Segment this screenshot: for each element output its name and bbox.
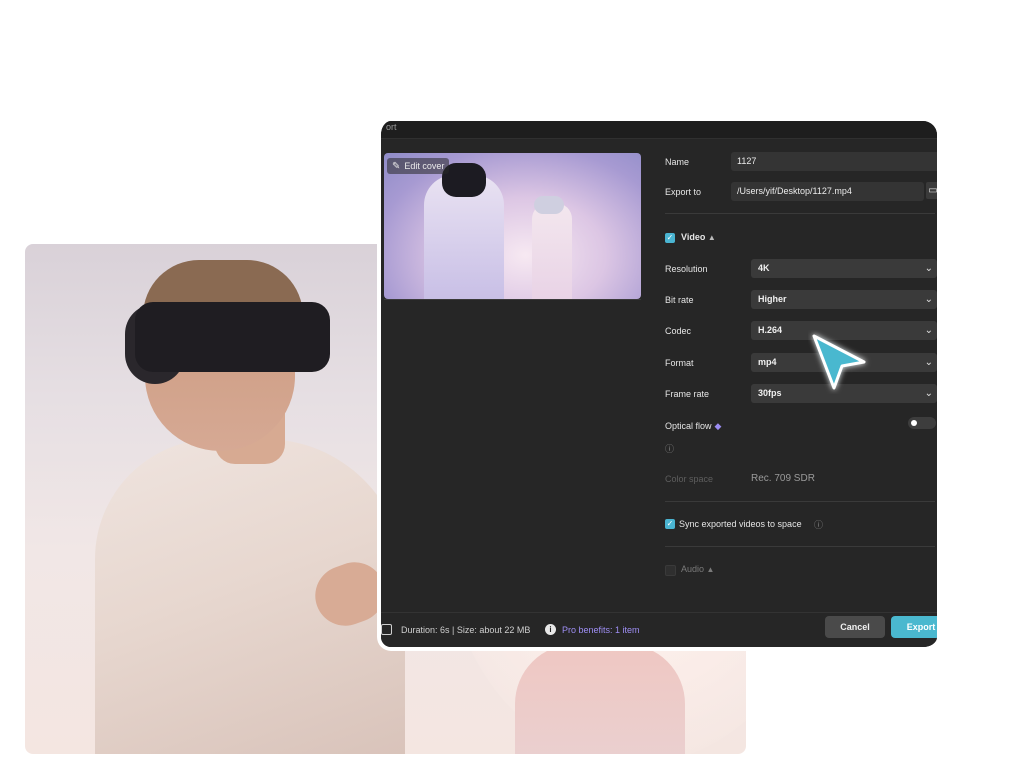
dialog-titlebar: ort — [381, 121, 937, 139]
chevron-down-icon: ⌄ — [924, 263, 933, 274]
vr-headset — [135, 302, 330, 372]
audio-label-text: Audio — [681, 564, 705, 574]
optical-flow-toggle[interactable] — [908, 417, 936, 429]
name-input[interactable]: 1127 — [731, 152, 937, 171]
video-checkbox[interactable]: ✓ — [665, 233, 675, 243]
video-label-text: Video — [681, 232, 706, 242]
chevron-up-icon: ▲ — [706, 565, 715, 574]
file-icon — [381, 624, 392, 635]
optical-flow-text: Optical flow — [665, 421, 712, 431]
resolution-select[interactable]: 4K ⌄ — [751, 259, 937, 278]
export-to-label: Export to — [665, 187, 702, 197]
bit-rate-value: Higher — [758, 294, 787, 304]
resolution-value: 4K — [758, 263, 770, 273]
export-info: Duration: 6s | Size: about 22 MB — [401, 625, 531, 635]
cancel-button[interactable]: Cancel — [825, 616, 885, 638]
name-label: Name — [665, 157, 690, 167]
chevron-down-icon: ⌄ — [924, 388, 933, 399]
folder-icon[interactable]: ▭ — [926, 182, 937, 199]
color-space-label: Color space — [665, 474, 714, 484]
pro-benefits-link[interactable]: Pro benefits: 1 item — [562, 625, 640, 635]
codec-label: Codec — [665, 326, 692, 336]
frame-rate-label: Frame rate — [665, 389, 710, 399]
toggle-knob — [911, 420, 917, 426]
sync-label: Sync exported videos to space — [679, 519, 802, 529]
cover-preview[interactable]: ✎ Edit cover — [384, 153, 641, 299]
format-label: Format — [665, 358, 694, 368]
pencil-icon: ✎ — [392, 160, 401, 172]
format-value: mp4 — [758, 357, 777, 367]
optical-flow-label: Optical flow ◆ — [665, 421, 721, 432]
cursor-arrow-icon — [812, 334, 866, 390]
codec-value: H.264 — [758, 325, 783, 335]
edit-cover-label: Edit cover — [404, 161, 445, 171]
preview-headset-2 — [534, 196, 564, 214]
gem-icon: ◆ — [714, 421, 722, 431]
chevron-down-icon: ⌄ — [924, 357, 933, 368]
resolution-label: Resolution — [665, 264, 708, 274]
bit-rate-select[interactable]: Higher ⌄ — [751, 290, 937, 309]
edit-cover-button[interactable]: ✎ Edit cover — [387, 158, 450, 174]
second-person — [515, 644, 685, 754]
divider — [665, 546, 935, 547]
audio-checkbox[interactable] — [665, 565, 676, 576]
export-path-input[interactable]: /Users/yif/Desktop/1127.mp4 — [731, 182, 924, 201]
chevron-up-icon: ▲ — [707, 233, 716, 242]
chevron-down-icon: ⌄ — [924, 294, 933, 305]
bit-rate-label: Bit rate — [665, 295, 694, 305]
divider — [665, 501, 935, 502]
preview-person-2 — [532, 203, 572, 299]
color-space-value: Rec. 709 SDR — [751, 473, 815, 484]
frame-rate-value: 30fps — [758, 388, 782, 398]
chevron-down-icon: ⌄ — [924, 325, 933, 336]
export-button[interactable]: Export — [891, 616, 937, 638]
video-section-label[interactable]: Video ▲ — [681, 232, 716, 242]
dialog-footer: Duration: 6s | Size: about 22 MB i Pro b… — [381, 612, 937, 647]
dialog-title: ort — [386, 122, 397, 132]
info-icon[interactable]: i — [545, 624, 556, 635]
preview-divider — [384, 299, 641, 300]
sync-checkbox[interactable]: ✓ — [665, 519, 675, 529]
audio-section-label[interactable]: Audio ▲ — [681, 564, 714, 574]
help-icon[interactable]: ⓘ — [665, 442, 674, 455]
help-icon[interactable]: ⓘ — [814, 518, 823, 531]
divider — [665, 213, 935, 214]
